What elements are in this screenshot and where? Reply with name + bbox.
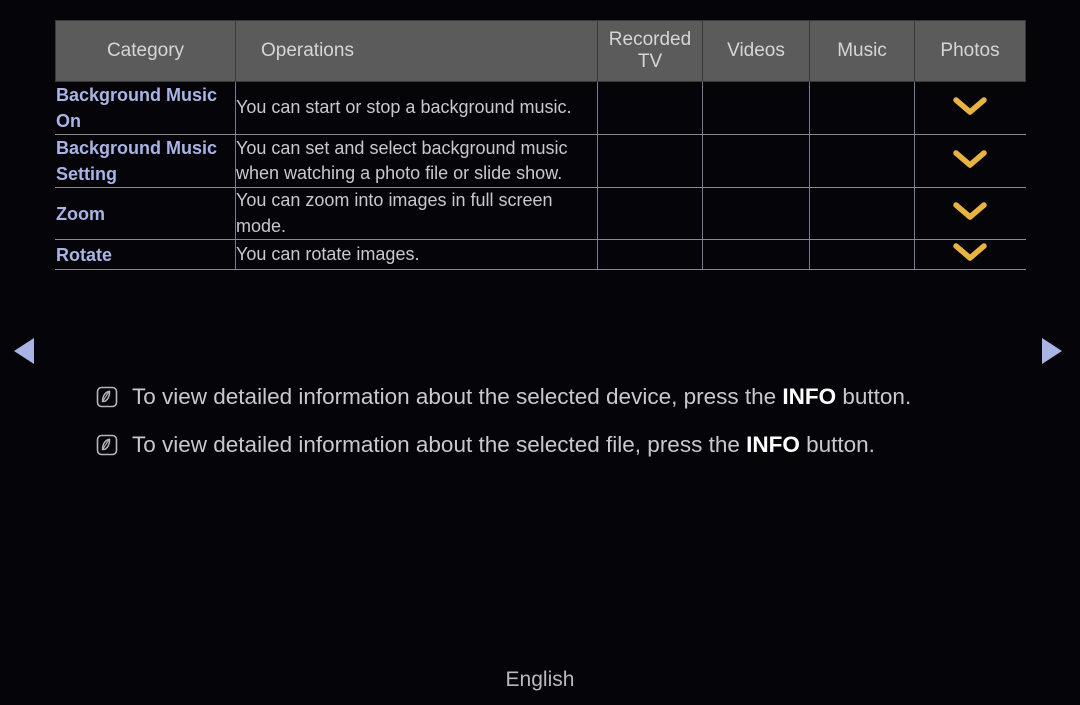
- note-text: To view detailed information about the s…: [132, 380, 911, 414]
- cell-operations: You can rotate images.: [235, 239, 598, 271]
- note-emphasis-info: INFO: [782, 384, 837, 409]
- cell-photos: [914, 80, 1026, 136]
- cell-operations: You can zoom into images in full screen …: [235, 187, 598, 241]
- cell-category: Rotate: [55, 239, 236, 271]
- chevron-down-mark-icon: [952, 94, 988, 118]
- note-text-after: button.: [836, 384, 912, 409]
- table: Category Operations Recorded TV Videos M…: [55, 20, 1026, 271]
- note-item: To view detailed information about the s…: [96, 428, 1036, 464]
- table-row: Background Music Setting You can set and…: [55, 134, 1026, 189]
- table-row: Zoom You can zoom into images in full sc…: [55, 187, 1026, 241]
- cell-videos: [702, 80, 810, 136]
- note-icon: [96, 386, 118, 408]
- note-icon: [96, 434, 118, 456]
- table-header: Category Operations Recorded TV Videos M…: [55, 20, 1026, 82]
- tv-help-screen: Category Operations Recorded TV Videos M…: [0, 0, 1080, 705]
- cell-music: [809, 134, 915, 189]
- note-text-after: button.: [799, 432, 875, 457]
- media-function-table: Category Operations Recorded TV Videos M…: [55, 20, 1026, 271]
- cell-recorded-tv: [597, 80, 703, 136]
- note-item: To view detailed information about the s…: [96, 380, 1036, 416]
- table-row: Background Music On You can start or sto…: [55, 80, 1026, 136]
- previous-page-arrow-icon[interactable]: [14, 338, 34, 364]
- cell-music: [809, 239, 915, 271]
- note-text-before: To view detailed information about the s…: [132, 384, 783, 409]
- cell-recorded-tv: [597, 239, 703, 271]
- cell-photos: [914, 134, 1026, 189]
- cell-category: Background Music On: [55, 80, 236, 136]
- note-text: To view detailed information about the s…: [132, 428, 875, 462]
- cell-category: Background Music Setting: [55, 134, 236, 189]
- column-header-category: Category: [55, 20, 236, 82]
- note-text-before: To view detailed information about the s…: [132, 432, 747, 457]
- cell-photos: [914, 239, 1026, 271]
- cell-recorded-tv: [597, 187, 703, 241]
- table-row: Rotate You can rotate images.: [55, 239, 1026, 271]
- table-body: Background Music On You can start or sto…: [55, 80, 1026, 271]
- column-header-videos: Videos: [702, 20, 810, 82]
- cell-videos: [702, 239, 810, 271]
- cell-music: [809, 80, 915, 136]
- cell-photos: [914, 187, 1026, 241]
- chevron-down-mark-icon: [952, 199, 988, 223]
- cell-videos: [702, 134, 810, 189]
- cell-category: Zoom: [55, 187, 236, 241]
- note-emphasis-info: INFO: [746, 432, 800, 457]
- table-header-row: Category Operations Recorded TV Videos M…: [55, 20, 1026, 82]
- column-header-photos: Photos: [914, 20, 1026, 82]
- footer-language-label: English: [505, 668, 575, 691]
- column-header-music: Music: [809, 20, 915, 82]
- cell-recorded-tv: [597, 134, 703, 189]
- cell-operations: You can set and select background music …: [235, 134, 598, 189]
- cell-music: [809, 187, 915, 241]
- notes-section: To view detailed information about the s…: [96, 380, 1036, 476]
- chevron-down-mark-icon: [952, 240, 988, 264]
- next-page-arrow-icon[interactable]: [1042, 338, 1062, 364]
- chevron-down-mark-icon: [952, 147, 988, 171]
- cell-operations: You can start or stop a background music…: [235, 80, 598, 136]
- column-header-operations: Operations: [235, 20, 598, 82]
- cell-videos: [702, 187, 810, 241]
- column-header-recorded-tv: Recorded TV: [597, 20, 703, 82]
